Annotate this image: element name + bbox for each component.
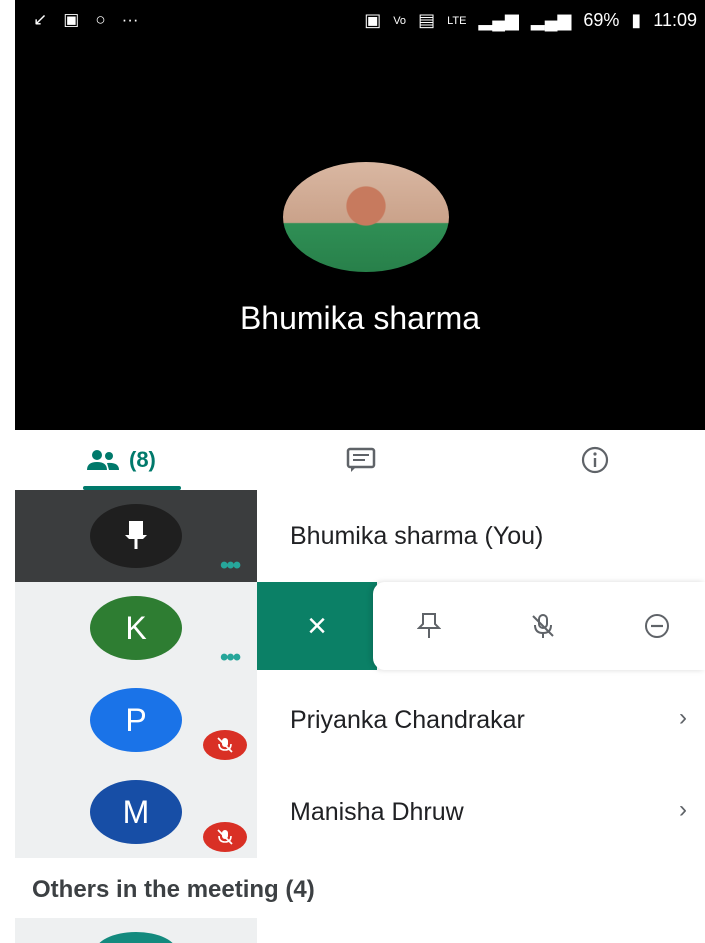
signal-icon: ▂▄▆ (530, 10, 572, 30)
actions-panel (373, 582, 705, 670)
participant-tile: M (15, 766, 257, 858)
sim-icon: ▤ (418, 10, 436, 30)
mute-button[interactable] (523, 608, 563, 644)
missed-call-icon: ↙ (33, 10, 48, 29)
avatar-initial: K (125, 609, 147, 646)
participant-name: Priyanka Chandrakar (290, 706, 525, 734)
status-left: ↙ ▣ ○ ··· (33, 10, 139, 30)
tab-info[interactable] (580, 442, 610, 478)
avatar: K (90, 596, 182, 660)
chevron-right-icon[interactable]: › (679, 704, 687, 732)
remove-icon (645, 614, 669, 638)
remove-button[interactable] (637, 608, 677, 644)
status-right: ▣ Vo ▤ LTE ▂▄▆ ▂▄▆ 69% ▮ 11:09 (364, 10, 697, 31)
others-heading: Others in the meeting (4) (32, 876, 315, 903)
participant-tile: ••• (15, 490, 257, 582)
more-options-icon[interactable]: ••• (220, 552, 241, 580)
clock: 11:09 (653, 10, 697, 30)
chevron-right-icon[interactable]: › (679, 796, 687, 824)
muted-mic-icon (203, 730, 247, 760)
mute-icon (532, 614, 554, 638)
volte-icon: Vo (393, 14, 407, 27)
participant-tile: P (15, 674, 257, 766)
main-video[interactable]: Bhumika sharma (15, 42, 705, 430)
participant-row[interactable]: ••• Bhumika sharma (You) (15, 490, 705, 582)
whatsapp-icon: ○ (95, 10, 106, 29)
status-bar: ↙ ▣ ○ ··· ▣ Vo ▤ LTE ▂▄▆ ▂▄▆ 69% ▮ 11:09 (15, 0, 705, 42)
info-icon (581, 446, 609, 474)
lte-icon: LTE (447, 14, 467, 27)
tab-bar: (8) (15, 430, 705, 490)
image-icon: ▣ (63, 10, 80, 29)
chat-icon (346, 447, 376, 472)
participant-list: ••• Bhumika sharma (You) K ••• × P Priya… (15, 490, 705, 858)
battery-percent: 69% (583, 10, 620, 30)
speaker-avatar (283, 162, 449, 272)
avatar-initial: P (125, 701, 147, 738)
participant-actions: × (257, 582, 705, 670)
participant-name: Bhumika sharma (You) (290, 522, 544, 550)
avatar (95, 932, 177, 943)
tab-people[interactable]: (8) (85, 442, 156, 478)
avatar: M (90, 780, 182, 844)
participant-row[interactable]: K ••• × (15, 582, 705, 674)
battery-icon: ▮ (631, 10, 642, 30)
avatar (90, 504, 182, 568)
participant-tile: K ••• (15, 582, 257, 674)
participant-name: Manisha Dhruw (290, 798, 464, 826)
pin-icon (417, 613, 441, 638)
people-count: (8) (129, 447, 156, 472)
avatar-initial: M (122, 793, 150, 830)
muted-mic-icon (203, 822, 247, 852)
pin-button[interactable] (409, 608, 449, 644)
signal-icon: ▂▄▆ (478, 10, 519, 30)
participant-row[interactable]: P Priyanka Chandrakar › (15, 674, 705, 766)
people-icon (87, 450, 119, 470)
close-actions-button[interactable]: × (257, 582, 377, 670)
participant-row[interactable]: M Manisha Dhruw › (15, 766, 705, 858)
more-options-icon[interactable]: ••• (220, 644, 241, 672)
speaker-name: Bhumika sharma (239, 300, 481, 336)
pin-icon (125, 521, 147, 549)
participant-tile[interactable] (15, 918, 257, 943)
avatar: P (90, 688, 182, 752)
alarm-icon: ▣ (364, 10, 382, 30)
tab-chat[interactable] (345, 442, 377, 478)
more-icon: ··· (121, 10, 139, 29)
